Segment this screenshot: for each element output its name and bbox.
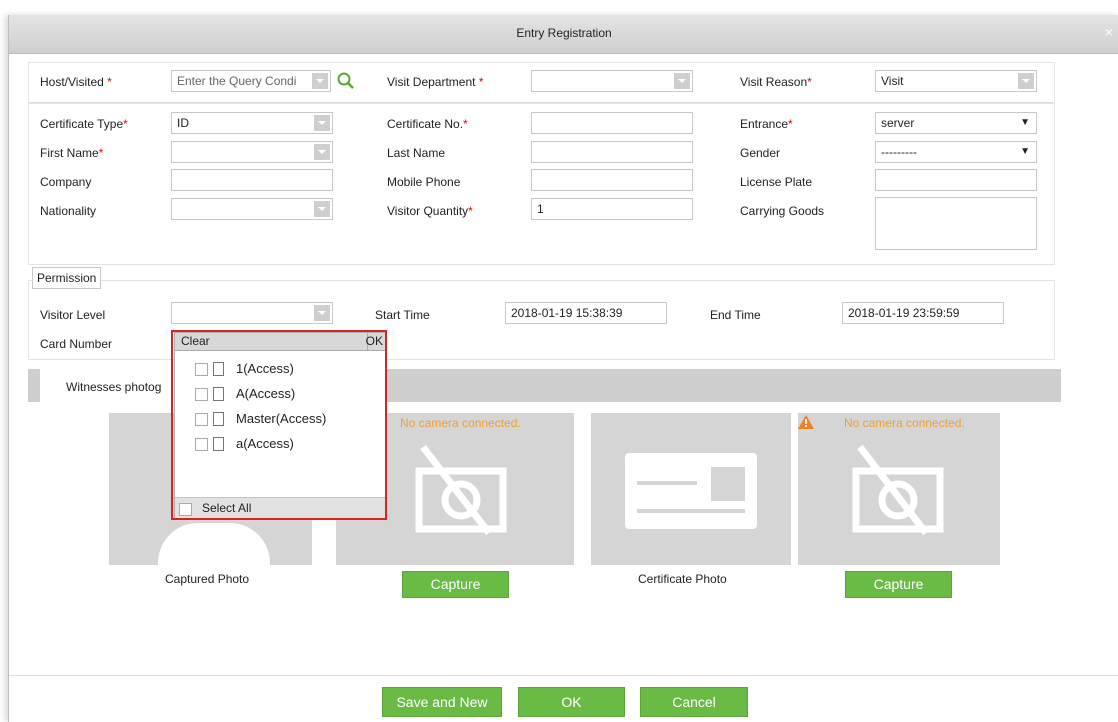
- host-input[interactable]: Enter the Query Condi: [171, 70, 331, 92]
- visit-department-label: Visit Department *: [387, 75, 484, 89]
- card-number-label: Card Number: [40, 337, 113, 351]
- captured-photo-label: Captured Photo: [165, 572, 250, 586]
- dialog-titlebar: Entry Registration ×: [9, 15, 1118, 54]
- start-time-label: Start Time: [375, 308, 430, 322]
- capture-button-2[interactable]: Capture: [845, 571, 952, 598]
- certificate-photo-label: Certificate Photo: [638, 572, 727, 586]
- permission-tab[interactable]: Permission: [32, 267, 102, 289]
- id-card-icon: [625, 453, 757, 529]
- visitor-level-select[interactable]: [171, 302, 333, 324]
- witnesses-photo-tab-label: Witnesses photog: [66, 380, 162, 394]
- no-camera-text-2: No camera connected.: [844, 416, 965, 430]
- visitor-info-section: [28, 104, 1055, 265]
- visitor-level-label: Visitor Level: [40, 308, 106, 322]
- cancel-button[interactable]: Cancel: [640, 687, 748, 717]
- start-time-input[interactable]: 2018-01-19 15:38:39: [505, 302, 667, 324]
- witnesses-photo-tab[interactable]: Witnesses photog: [40, 369, 180, 402]
- save-and-new-button[interactable]: Save and New: [382, 687, 502, 717]
- visit-department-select[interactable]: [531, 70, 693, 92]
- divider: [28, 102, 1053, 103]
- visit-reason-select[interactable]: Visit: [875, 70, 1037, 92]
- person-silhouette: [158, 523, 270, 573]
- camera-preview-2: No camera connected.: [798, 413, 1000, 565]
- host-label: Host/Visited *: [40, 75, 112, 89]
- no-camera-text-1: No camera connected.: [400, 416, 521, 430]
- dialog-title: Entry Registration: [516, 26, 612, 40]
- visit-reason-label: Visit Reason*: [740, 75, 812, 89]
- end-time-input[interactable]: 2018-01-19 23:59:59: [842, 302, 1004, 324]
- warning-icon: [798, 415, 814, 429]
- search-icon[interactable]: [336, 71, 356, 91]
- close-icon[interactable]: ×: [1105, 24, 1113, 40]
- certificate-photo-box: [591, 413, 791, 565]
- footer-divider: [9, 675, 1118, 676]
- camera-off-icon: [411, 441, 511, 541]
- highlight-outline: [171, 330, 387, 520]
- end-time-label: End Time: [710, 308, 761, 322]
- capture-button-1[interactable]: Capture: [402, 571, 509, 598]
- ok-button[interactable]: OK: [518, 687, 625, 717]
- camera-off-icon: [848, 441, 948, 541]
